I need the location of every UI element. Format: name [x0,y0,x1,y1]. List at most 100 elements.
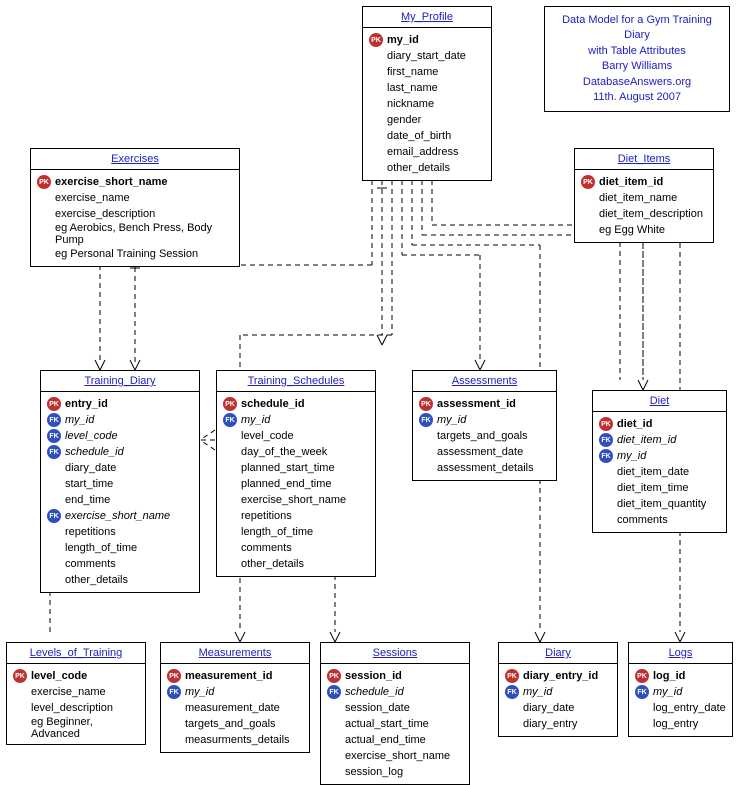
field-label: level_code [241,430,294,442]
field-label: eg Personal Training Session [55,248,198,260]
pk-icon: PK [167,669,181,683]
field-row: diary_date [47,460,193,476]
field-label: diet_item_time [617,482,689,494]
field-row: diary_entry [505,716,611,732]
field-row: PKdiet_id [599,416,720,432]
field-row: exercise_name [37,190,233,206]
fk-icon: FK [47,413,61,427]
field-label: session_id [345,670,402,682]
field-label: end_time [65,494,110,506]
fk-icon: FK [47,509,61,523]
fk-icon: FK [47,445,61,459]
field-label: nickname [387,98,434,110]
field-label: exercise_short_name [65,510,170,522]
field-label: my_id [523,686,552,698]
field-label: repetitions [241,510,292,522]
field-label: my_id [185,686,214,698]
field-label: length_of_time [65,542,137,554]
fk-icon: FK [419,413,433,427]
entity-exercises: Exercises PKexercise_short_nameexercise_… [30,148,240,267]
field-row: FK level_code [47,428,193,444]
field-row: FKschedule_id [47,444,193,460]
field-row: length_of_time [47,540,193,556]
field-row: gender [369,112,485,128]
entity-title: Diet [593,391,726,412]
entity-title: Levels_of_Training [7,643,145,664]
fk-icon: FK [599,449,613,463]
pk-icon: PK [419,397,433,411]
field-label: log_id [653,670,685,682]
field-label: diet_item_date [617,466,689,478]
field-label: diary_entry [523,718,577,730]
field-row: eg Personal Training Session [37,246,233,262]
entity-title: Assessments [413,371,556,392]
field-row: comments [47,556,193,572]
fk-icon: FK [327,685,341,699]
field-row: assessment_details [419,460,550,476]
field-label: comments [241,542,292,554]
field-label: level_code [31,670,87,682]
field-row: eg Egg White [581,222,707,238]
field-label: session_date [345,702,410,714]
fk-icon: FK [223,413,237,427]
pk-icon: PK [13,669,27,683]
field-label: last_name [387,82,438,94]
field-row: diet_item_description [581,206,707,222]
field-label: log_entry_date [653,702,726,714]
field-row: PKentry_id [47,396,193,412]
field-row: FKmy_id [505,684,611,700]
field-row: PK level_code [13,668,139,684]
field-row: diet_item_time [599,480,720,496]
pk-icon: PK [327,669,341,683]
field-row: level_code [223,428,369,444]
entity-title: Logs [629,643,732,664]
field-label: diet_id [617,418,652,430]
field-row: FKdiet_item_id [599,432,720,448]
field-label: my_id [653,686,682,698]
field-row: repetitions [47,524,193,540]
field-row: last_name [369,80,485,96]
field-label: measurement_id [185,670,272,682]
field-row: end_time [47,492,193,508]
field-row: PKdiary_entry_id [505,668,611,684]
field-label: my_id [437,414,466,426]
field-row: log_entry_date [635,700,726,716]
field-row: level_description [13,700,139,716]
field-label: measurement_date [185,702,280,714]
entity-title: Training_Diary [41,371,199,392]
field-label: level_code [65,430,118,442]
field-row: exercise_name [13,684,139,700]
field-row: FKmy_id [47,412,193,428]
field-row: session_date [327,700,463,716]
field-row: exercise_short_name [223,492,369,508]
field-label: gender [387,114,421,126]
field-row: first_name [369,64,485,80]
field-row: other_details [369,160,485,176]
field-label: assessment_date [437,446,523,458]
entity-title: Training_Schedules [217,371,375,392]
field-label: start_time [65,478,113,490]
entity-title: Diary [499,643,617,664]
entity-diet: Diet PKdiet_idFKdiet_item_idFKmy_iddiet_… [592,390,727,533]
field-label: exercise_short_name [55,176,168,188]
field-row: log_entry [635,716,726,732]
field-row: planned_start_time [223,460,369,476]
field-row: actual_start_time [327,716,463,732]
field-label: targets_and_goals [185,718,276,730]
field-label: other_details [241,558,304,570]
field-row: eg Beginner, Advanced [13,716,139,740]
field-row: PK measurement_id [167,668,303,684]
entity-title: Sessions [321,643,469,664]
field-label: eg Aerobics, Bench Press, Body Pump [55,222,233,246]
field-row: length_of_time [223,524,369,540]
field-row: date_of_birth [369,128,485,144]
entity-title: Measurements [161,643,309,664]
field-row: PKassessment_id [419,396,550,412]
fk-icon: FK [47,429,61,443]
pk-icon: PK [369,33,383,47]
entity-diet-items: Diet_Items PKdiet_item_iddiet_item_named… [574,148,714,243]
fk-icon: FK [635,685,649,699]
field-label: diet_item_name [599,192,677,204]
entity-diary: Diary PKdiary_entry_idFKmy_iddiary_dated… [498,642,618,737]
field-row: targets_and_goals [167,716,303,732]
